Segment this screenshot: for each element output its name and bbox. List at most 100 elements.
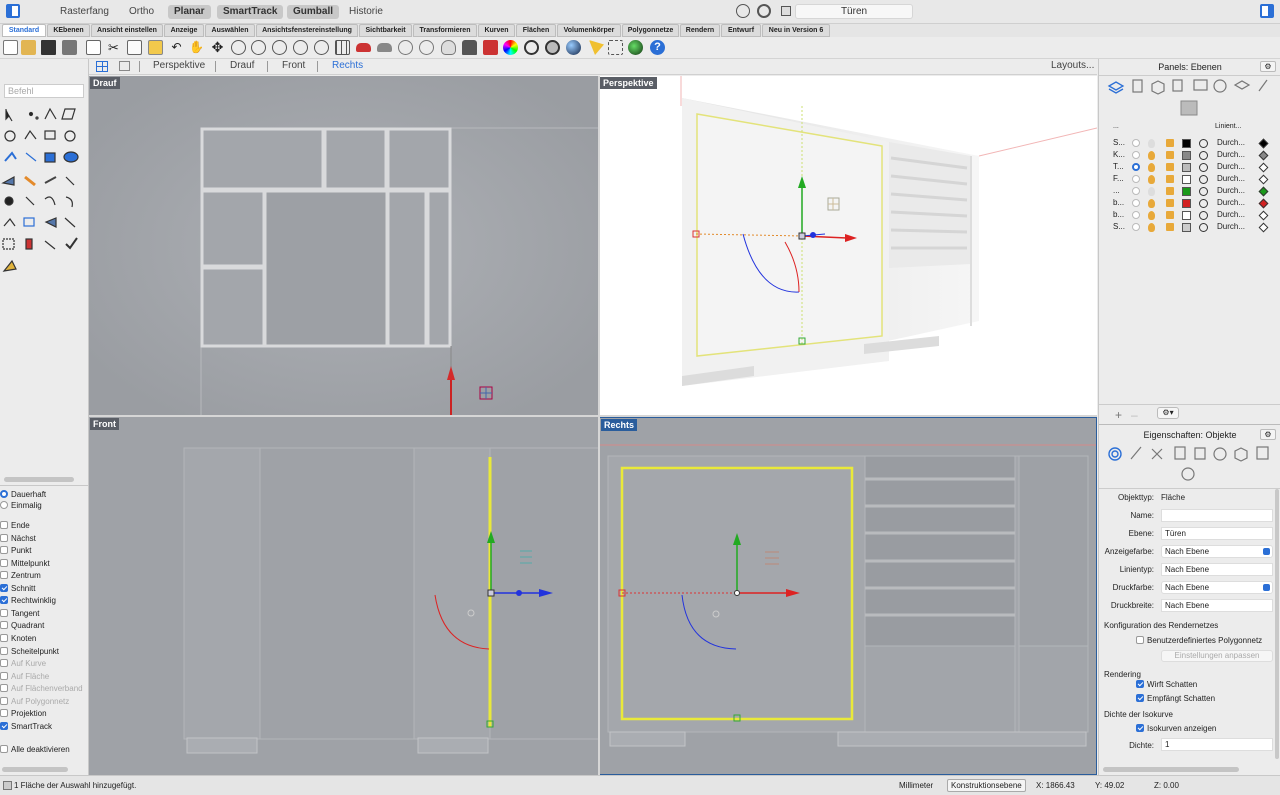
mode-smarttrack[interactable]: SmartTrack	[217, 5, 284, 19]
light-bulb-icon[interactable]	[441, 40, 456, 55]
osnap-item[interactable]: Quadrant	[0, 621, 44, 630]
osnap-checkbox[interactable]	[0, 571, 8, 580]
viewport-layout-icon[interactable]	[335, 40, 350, 55]
layer-row[interactable]: b... Durch...	[1099, 210, 1280, 222]
osnap-item[interactable]: Scheitelpunkt	[0, 646, 59, 656]
osnap-item[interactable]: Zentrum	[0, 571, 41, 580]
layer-row[interactable]: S... Durch...	[1099, 138, 1280, 150]
palette-scrollbar[interactable]	[4, 477, 74, 482]
osnap-checkbox[interactable]	[0, 533, 8, 542]
gumball-icon[interactable]	[608, 40, 623, 55]
osnap-item[interactable]: Auf Fläche	[0, 671, 49, 681]
car-icon[interactable]	[356, 43, 371, 52]
tab-volumenkoerper[interactable]: Volumenkörper	[557, 24, 621, 37]
tab-flaechen[interactable]: Flächen	[516, 24, 556, 37]
rotate-view-icon[interactable]: ✥	[210, 40, 225, 55]
osnap-checkbox[interactable]	[0, 583, 8, 592]
material-circle-icon[interactable]	[1199, 187, 1208, 196]
osnap-checkbox[interactable]	[0, 646, 8, 655]
light-bulb-icon[interactable]	[1148, 175, 1155, 184]
layer-linetype[interactable]: Durch...	[1217, 186, 1245, 195]
tab-front[interactable]: Front	[282, 60, 305, 71]
layers-gear-icon[interactable]: ⚙	[1260, 61, 1276, 72]
tab-kurven[interactable]: Kurven	[478, 24, 515, 37]
shaded-sphere-icon[interactable]	[524, 40, 539, 55]
layer-row[interactable]: F... Durch...	[1099, 174, 1280, 186]
layer-icon[interactable]	[483, 40, 498, 55]
properties-vscrollbar[interactable]	[1275, 489, 1279, 759]
layer-color-swatch[interactable]	[1182, 163, 1191, 172]
lock-icon[interactable]	[1166, 175, 1174, 183]
custom-mesh-checkbox[interactable]: Benutzerdefiniertes Polygonnetz	[1136, 636, 1262, 645]
osnap-checkbox[interactable]	[0, 671, 8, 680]
single-view-icon[interactable]	[119, 61, 130, 71]
osnap-checkbox[interactable]	[0, 659, 8, 668]
print-color-select[interactable]: Nach Ebene	[1161, 581, 1273, 594]
mode-planar[interactable]: Planar	[168, 5, 211, 19]
zoom-extents-icon[interactable]	[272, 40, 287, 55]
osnap-item[interactable]: SmartTrack	[0, 721, 52, 731]
osnap-item[interactable]: Nächst	[0, 533, 36, 543]
properties-scrollbar[interactable]	[1103, 767, 1239, 772]
viewport-title-top[interactable]: Drauf	[90, 77, 120, 89]
print-color-diamond-icon[interactable]	[1258, 150, 1269, 161]
osnap-checkbox[interactable]	[0, 621, 8, 630]
layer-linetype[interactable]: Durch...	[1217, 210, 1245, 219]
import-icon[interactable]	[86, 40, 101, 55]
print-color-diamond-icon[interactable]	[1258, 222, 1269, 233]
tab-ansicht-einstellen[interactable]: Ansicht einstellen	[91, 24, 163, 37]
save-icon[interactable]	[41, 40, 56, 55]
layer-row[interactable]: K... Durch...	[1099, 150, 1280, 162]
zoom-window-icon[interactable]	[251, 40, 266, 55]
show-isocurves-checkbox[interactable]: Isokurven anzeigen	[1136, 724, 1216, 733]
layer-color-swatch[interactable]	[1182, 187, 1191, 196]
layer-linetype[interactable]: Durch...	[1217, 138, 1245, 147]
print-color-diamond-icon[interactable]	[1258, 198, 1269, 209]
current-layer-radio[interactable]	[1132, 163, 1140, 171]
globe-icon[interactable]	[628, 40, 643, 55]
osnap-item[interactable]: Rechtwinklig	[0, 596, 56, 605]
undo-icon[interactable]: ↶	[169, 40, 184, 55]
tab-rechts[interactable]: Rechts	[332, 60, 363, 71]
layer-linetype[interactable]: Durch...	[1217, 150, 1245, 159]
material-circle-icon[interactable]	[1199, 163, 1208, 172]
cut-icon[interactable]: ✂	[106, 40, 121, 55]
material-circle-icon[interactable]	[1199, 199, 1208, 208]
osnap-item[interactable]: Projektion	[0, 709, 47, 718]
osnap-item[interactable]: Punkt	[0, 546, 31, 555]
record-icon[interactable]	[736, 4, 750, 18]
lock-icon[interactable]	[1166, 199, 1174, 207]
four-view-icon[interactable]	[96, 61, 108, 72]
light-bulb-icon[interactable]	[1148, 163, 1155, 172]
osnap-checkbox[interactable]	[0, 709, 8, 718]
light-bulb-icon[interactable]	[1148, 199, 1155, 208]
layer-linetype[interactable]: Durch...	[1217, 162, 1245, 171]
layer-color-swatch[interactable]	[1182, 175, 1191, 184]
name-field[interactable]	[1161, 509, 1273, 522]
osnap-item[interactable]: Auf Polygonnetz	[0, 696, 69, 706]
light-bulb-icon[interactable]	[1148, 151, 1155, 160]
tab-kebenen[interactable]: KEbenen	[47, 24, 90, 37]
current-layer-radio[interactable]	[1132, 223, 1140, 231]
pan-icon[interactable]: ✋	[189, 40, 204, 55]
material-circle-icon[interactable]	[1199, 151, 1208, 160]
help-icon[interactable]: ?	[650, 40, 665, 55]
select-tool-icon[interactable]	[398, 40, 413, 55]
print-color-diamond-icon[interactable]	[1258, 138, 1269, 149]
osnap-checkbox[interactable]	[0, 696, 8, 705]
adjust-settings-button[interactable]: Einstellungen anpassen	[1161, 650, 1273, 662]
receives-shadows-checkbox[interactable]: Empfängt Schatten	[1136, 694, 1215, 703]
print-color-diamond-icon[interactable]	[1258, 210, 1269, 221]
layer-color-swatch[interactable]	[1182, 151, 1191, 160]
viewport-title-perspective[interactable]: Perspektive	[600, 77, 657, 89]
lock-icon[interactable]	[1166, 139, 1174, 147]
layer-field[interactable]: Türen	[1161, 527, 1273, 540]
osnap-checkbox[interactable]	[0, 721, 8, 730]
tab-standard[interactable]: Standard	[2, 24, 46, 37]
current-layer-radio[interactable]	[1132, 187, 1140, 195]
tab-drauf[interactable]: Drauf	[230, 60, 254, 71]
viewport-front[interactable]: Front	[89, 417, 599, 775]
material-circle-icon[interactable]	[1199, 139, 1208, 148]
light-icon[interactable]	[589, 40, 604, 55]
tab-auswaehlen[interactable]: Auswählen	[205, 24, 255, 37]
